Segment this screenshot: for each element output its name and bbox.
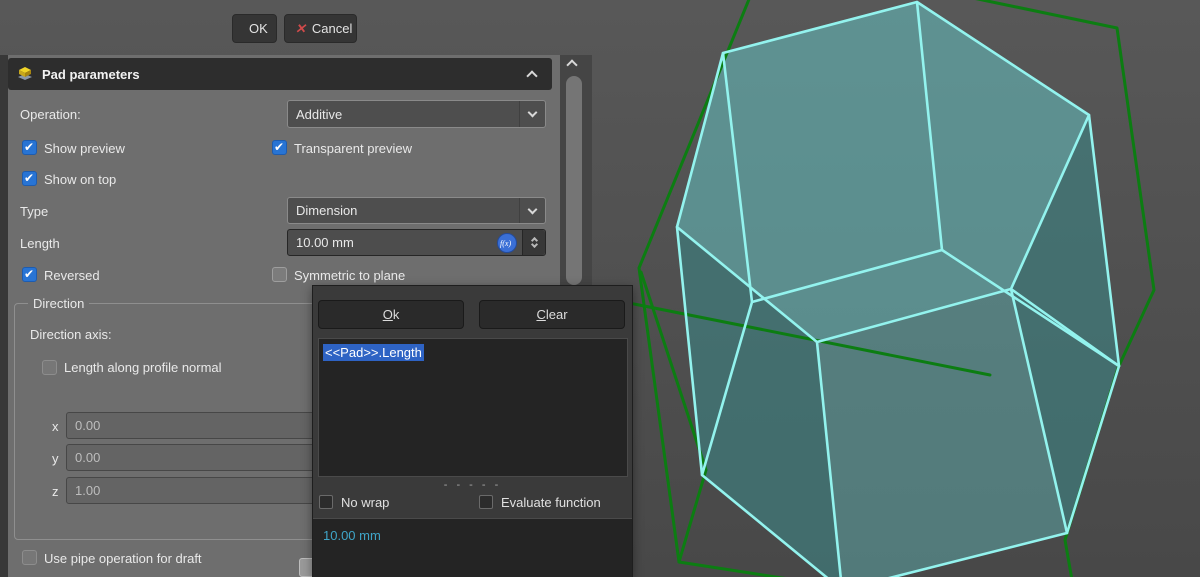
expression-result-value: 10.00 mm <box>323 528 381 543</box>
svg-text:f(x): f(x) <box>500 239 511 248</box>
expression-editor-dialog: Ok Clear <<Pad>>.Length - - - - - No wra… <box>312 285 633 577</box>
length-input[interactable]: 10.00 mm f(x) <box>287 229 546 256</box>
pad-icon <box>14 65 36 83</box>
chevron-down-icon <box>528 108 538 118</box>
show-on-top-checkbox[interactable] <box>22 171 37 186</box>
pad-parameters-header[interactable]: Pad parameters <box>8 58 552 90</box>
ok-button-label: OK <box>249 21 268 36</box>
type-value: Dimension <box>296 203 357 218</box>
length-label: Length <box>20 236 60 251</box>
x-axis-label: x <box>52 419 59 434</box>
collapse-chevron-icon[interactable] <box>526 70 537 81</box>
spinner-down-icon[interactable] <box>530 241 537 248</box>
reversed-checkbox[interactable] <box>22 267 37 282</box>
transparent-preview-label: Transparent preview <box>294 141 412 156</box>
expression-selected-text: <<Pad>>.Length <box>323 344 424 361</box>
show-preview-checkbox[interactable] <box>22 140 37 155</box>
cancel-x-icon: ✕ <box>295 21 306 37</box>
fx-expression-icon[interactable]: f(x) <box>497 233 517 253</box>
clear-rest: lear <box>546 307 568 322</box>
cancel-button[interactable]: ✕ Cancel <box>284 14 357 43</box>
transparent-preview-checkbox[interactable] <box>272 140 287 155</box>
type-label: Type <box>20 204 48 219</box>
dialog-ok-button[interactable]: Ok <box>318 300 464 329</box>
direction-group-title: Direction <box>28 296 89 311</box>
type-combobox[interactable]: Dimension <box>287 197 546 224</box>
dialog-clear-button[interactable]: Clear <box>479 300 625 329</box>
use-pipe-label: Use pipe operation for draft <box>44 551 202 566</box>
evaluate-function-label: Evaluate function <box>501 495 601 510</box>
cancel-button-label: Cancel <box>312 21 352 36</box>
use-pipe-checkbox[interactable] <box>22 550 37 565</box>
clear-mnemonic: C <box>536 307 545 322</box>
operation-label: Operation: <box>20 107 81 122</box>
along-normal-label: Length along profile normal <box>64 360 222 375</box>
panel-left-edge <box>0 55 8 577</box>
combo-arrow <box>519 101 545 127</box>
chevron-down-icon <box>528 204 538 214</box>
x-axis-value: 0.00 <box>75 418 100 433</box>
length-spinner[interactable] <box>522 230 545 255</box>
length-value: 10.00 mm <box>296 235 354 250</box>
no-wrap-checkbox[interactable] <box>319 495 333 509</box>
ok-rest: k <box>393 307 400 322</box>
operation-value: Additive <box>296 107 342 122</box>
show-preview-label: Show preview <box>44 141 125 156</box>
operation-combobox[interactable]: Additive <box>287 100 546 128</box>
y-axis-value: 0.00 <box>75 450 100 465</box>
show-on-top-label: Show on top <box>44 172 116 187</box>
z-axis-value: 1.00 <box>75 483 100 498</box>
splitter-handle[interactable]: - - - - - <box>313 479 632 491</box>
evaluate-function-checkbox[interactable] <box>479 495 493 509</box>
scrollbar-up-icon[interactable] <box>566 59 577 70</box>
z-axis-label: z <box>52 484 59 499</box>
symmetric-checkbox[interactable] <box>272 267 287 282</box>
expression-result-box: 10.00 mm <box>313 518 632 577</box>
direction-axis-label: Direction axis: <box>30 327 112 342</box>
along-normal-checkbox[interactable] <box>42 360 57 375</box>
panel-title: Pad parameters <box>42 67 140 82</box>
symmetric-label: Symmetric to plane <box>294 268 405 283</box>
combo-arrow <box>519 198 545 223</box>
no-wrap-label: No wrap <box>341 495 389 510</box>
scrollbar-thumb[interactable] <box>566 76 582 285</box>
y-axis-label: y <box>52 451 59 466</box>
ok-mnemonic: O <box>383 307 393 322</box>
reversed-label: Reversed <box>44 268 100 283</box>
expression-text-editor[interactable]: <<Pad>>.Length <box>318 338 628 477</box>
ok-button[interactable]: OK <box>232 14 277 43</box>
